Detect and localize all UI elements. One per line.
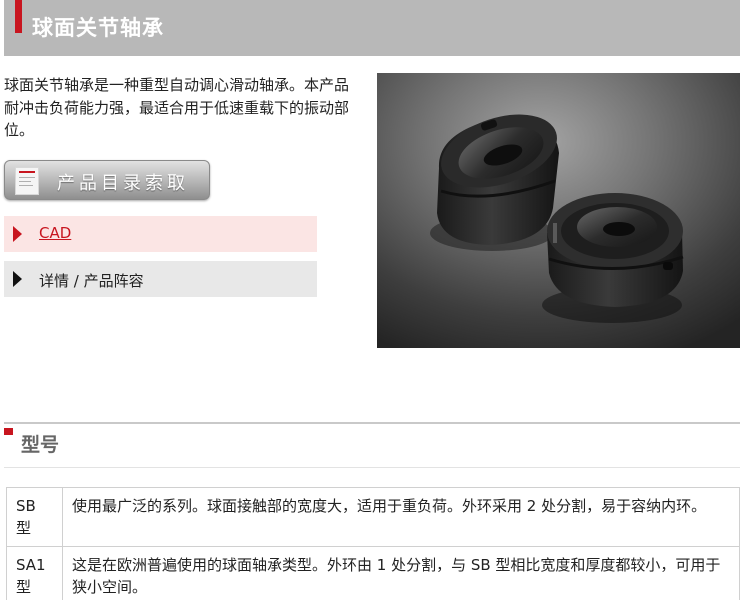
catalog-request-button[interactable]: 产品目录索取: [4, 160, 210, 200]
section-accent-mark: [4, 428, 13, 435]
triangle-right-icon: [13, 226, 22, 242]
model-description: 这是在欧洲普遍使用的球面轴承类型。外环由 1 处分割，与 SB 型相比宽度和厚度…: [62, 546, 740, 600]
section-subdivider: [4, 467, 740, 468]
section-divider: [4, 422, 740, 424]
models-table: SB 型 使用最广泛的系列。球面接触部的宽度大，适用于重负荷。外环采用 2 处分…: [6, 487, 740, 600]
catalog-book-icon: [15, 167, 39, 195]
models-section-title: 型号: [21, 434, 60, 456]
bearing-right-shape: [542, 193, 684, 323]
intro-text: 球面关节轴承是一种重型自动调心滑动轴承。本产品耐冲击负荷能力强，最适合用于低速重…: [4, 76, 350, 139]
model-code: SB 型: [6, 487, 63, 547]
table-row: SA1 型 这是在欧洲普遍使用的球面轴承类型。外环由 1 处分割，与 SB 型相…: [6, 546, 740, 600]
page-title: 球面关节轴承: [32, 16, 164, 40]
title-accent-mark: [15, 0, 22, 33]
catalog-request-label: 产品目录索取: [57, 173, 189, 194]
table-row: SB 型 使用最广泛的系列。球面接触部的宽度大，适用于重负荷。外环采用 2 处分…: [6, 487, 740, 547]
detail-link-row[interactable]: 详情 / 产品阵容: [4, 261, 317, 297]
cad-link-row[interactable]: CAD: [4, 216, 317, 252]
triangle-right-icon: [13, 271, 22, 287]
model-description: 使用最广泛的系列。球面接触部的宽度大，适用于重负荷。外环采用 2 处分割，易于容…: [62, 487, 740, 547]
title-bar: 球面关节轴承: [4, 0, 740, 56]
cad-link[interactable]: CAD: [39, 224, 71, 242]
detail-link[interactable]: 详情 / 产品阵容: [39, 270, 144, 291]
product-photo: [377, 73, 740, 348]
model-code: SA1 型: [6, 546, 63, 600]
